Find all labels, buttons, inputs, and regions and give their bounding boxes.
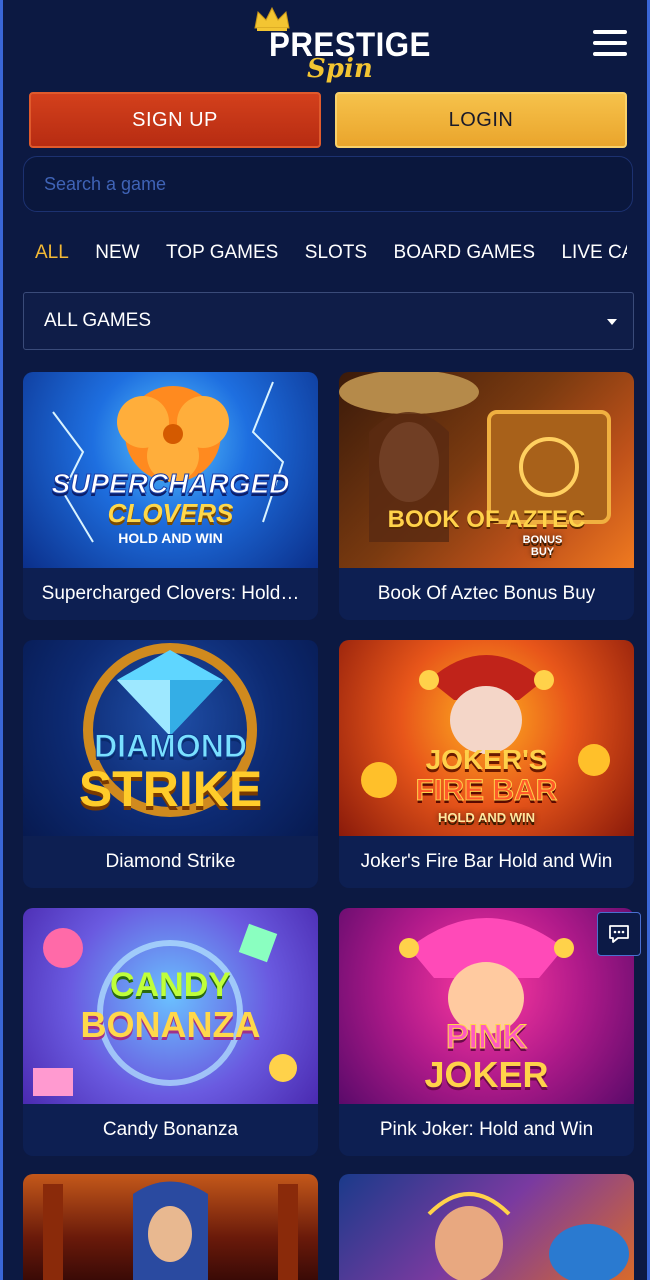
art-title-2: BONUS — [522, 534, 563, 546]
art-title-2: FIRE BAR — [415, 774, 558, 808]
game-card[interactable]: JOKER'S FIRE BAR HOLD AND WIN Joker's Fi… — [339, 640, 634, 888]
tab-slots[interactable]: SLOTS — [305, 238, 367, 268]
games-filter-value: ALL GAMES — [44, 310, 152, 331]
art-title-1: CANDY — [110, 966, 231, 1004]
game-card[interactable]: DIAMOND STRIKE Diamond Strike — [23, 640, 318, 888]
game-thumbnail: PINK JOKER — [339, 908, 634, 1104]
game-title: Supercharged Clovers: Hold… — [23, 568, 318, 620]
game-title: Joker's Fire Bar Hold and Win — [339, 836, 634, 888]
hamburger-icon[interactable] — [593, 30, 627, 60]
game-card[interactable]: SUPERCHARGED CLOVERS HOLD AND WIN Superc… — [23, 372, 318, 620]
game-thumbnail — [339, 1174, 634, 1280]
app-frame: PRESTIGE Spin SIGN UP LOGIN ALL NEW TOP … — [0, 0, 650, 1280]
game-card[interactable]: PINK JOKER Pink Joker: Hold and Win — [339, 908, 634, 1156]
game-card[interactable]: BOOK OF AZTEC BONUS BUY Book Of Aztec Bo… — [339, 372, 634, 620]
tab-new[interactable]: NEW — [95, 238, 139, 268]
game-thumbnail: DIAMOND STRIKE — [23, 640, 318, 836]
chat-bubble-icon — [609, 925, 629, 943]
search-box — [23, 156, 633, 212]
game-title: Diamond Strike — [23, 836, 318, 888]
game-title: Candy Bonanza — [23, 1104, 318, 1156]
art-title-3: HOLD AND WIN — [118, 530, 223, 546]
header: PRESTIGE Spin — [3, 0, 647, 90]
caret-down-icon — [607, 319, 617, 325]
tab-top-games[interactable]: TOP GAMES — [166, 238, 278, 268]
art-title-2: CLOVERS — [107, 498, 234, 528]
game-thumbnail: BOOK OF AZTEC BONUS BUY — [339, 372, 634, 568]
art-title-2: JOKER — [424, 1054, 549, 1095]
logo-subtext: Spin — [307, 54, 373, 84]
tab-board-games[interactable]: BOARD GAMES — [394, 238, 535, 268]
art-title-1: JOKER'S — [425, 744, 548, 775]
login-button[interactable]: LOGIN — [335, 92, 627, 148]
game-thumbnail: CANDY BONANZA — [23, 908, 318, 1104]
game-thumbnail: JOKER'S FIRE BAR HOLD AND WIN — [339, 640, 634, 836]
art-title-3: HOLD AND WIN — [437, 810, 535, 825]
search-input[interactable] — [24, 157, 632, 211]
art-title-2: BONANZA — [80, 1004, 261, 1045]
game-title: Pink Joker: Hold and Win — [339, 1104, 634, 1156]
logo[interactable]: PRESTIGE Spin — [251, 6, 430, 84]
game-thumbnail: SUPERCHARGED CLOVERS HOLD AND WIN — [23, 372, 318, 568]
tab-all[interactable]: ALL — [35, 238, 69, 268]
game-card[interactable]: CANDY BONANZA Candy Bonanza — [23, 908, 318, 1156]
art-title-1: PINK — [445, 1018, 528, 1057]
sign-up-button[interactable]: SIGN UP — [29, 92, 321, 148]
game-card[interactable] — [23, 1174, 318, 1280]
art-title-3: BUY — [530, 546, 555, 558]
egypt-art — [43, 1181, 298, 1280]
category-tabs: ALL NEW TOP GAMES SLOTS BOARD GAMES LIVE… — [35, 238, 627, 268]
art-title-2: STRIKE — [78, 761, 263, 817]
art-title-1: SUPERCHARGED — [51, 468, 290, 500]
tab-live-casino[interactable]: LIVE CASINO — [561, 238, 627, 268]
art-title-1: BOOK OF AZTEC — [387, 506, 586, 533]
games-filter-select[interactable]: ALL GAMES — [23, 292, 634, 350]
game-card[interactable] — [339, 1174, 634, 1280]
game-thumbnail — [23, 1174, 318, 1280]
arabian-art — [427, 1192, 629, 1280]
game-title: Book Of Aztec Bonus Buy — [339, 568, 634, 620]
chat-button[interactable] — [597, 912, 641, 956]
